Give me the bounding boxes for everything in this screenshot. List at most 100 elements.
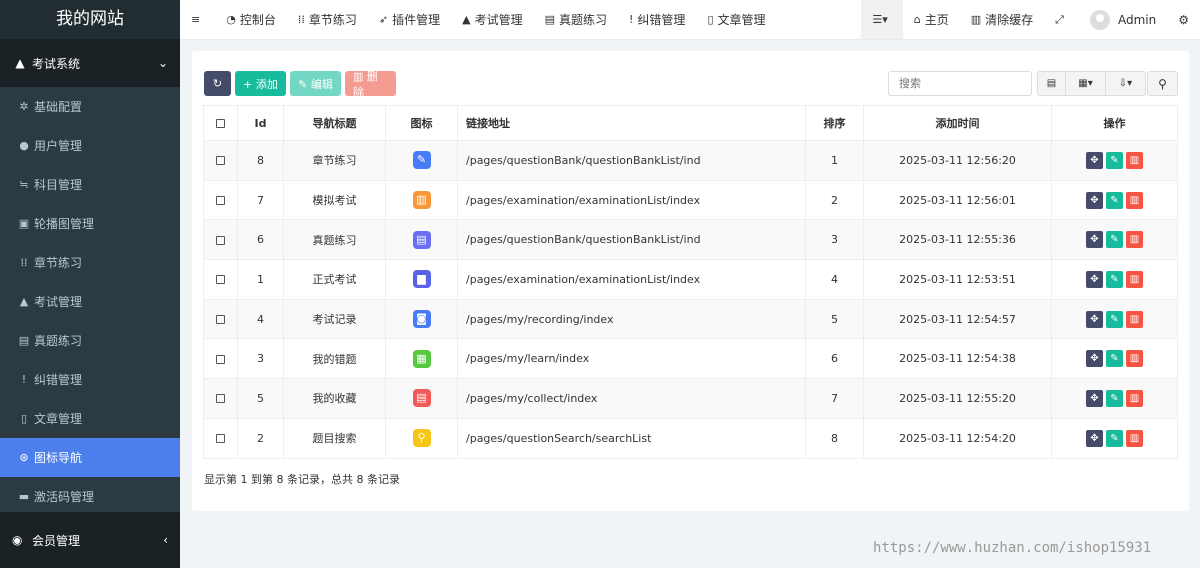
delete-row-icon[interactable]: ▥ — [1126, 270, 1143, 288]
delete-row-icon[interactable]: ▥ — [1126, 151, 1143, 169]
sidebar-item-10[interactable]: ▬ 激活码管理 — [0, 477, 180, 516]
delete-row-icon[interactable]: ▥ — [1126, 389, 1143, 407]
cell-sort: 7 — [805, 378, 864, 419]
cell-icon: ⚲ — [385, 417, 458, 459]
sidebar-section-members[interactable]: ◉ 会员管理 ‹ — [0, 512, 180, 568]
top-nav-item-6[interactable]: ! 纠错管理 — [618, 0, 696, 39]
top-nav-label: 考试管理 — [474, 13, 523, 27]
sidebar-item-7[interactable]: ! 纠错管理 — [0, 360, 180, 399]
cell-icon: ✎ — [385, 140, 458, 181]
edit-row-icon[interactable]: ✎ — [1106, 429, 1123, 447]
row-checkbox[interactable] — [203, 417, 238, 459]
row-checkbox[interactable] — [203, 378, 238, 419]
delete-row-icon[interactable]: ▥ — [1126, 231, 1143, 249]
drag-sort-icon[interactable]: ✥ — [1086, 151, 1103, 169]
export-button[interactable]: ⇩▾ — [1106, 71, 1146, 96]
sidebar-item-9[interactable]: ⊛ 图标导航 — [0, 438, 180, 477]
refresh-button[interactable]: ↻ — [204, 71, 231, 96]
sidebar-item-4[interactable]: ⁞⁞ 章节练习 — [0, 243, 180, 282]
row-checkbox[interactable] — [203, 298, 238, 340]
top-nav-item-1[interactable]: ◔ 控制台 — [215, 0, 287, 39]
grid-icon: ⁞⁞ — [20, 256, 28, 269]
edit-row-icon[interactable]: ✎ — [1106, 350, 1123, 368]
top-nav-item-5[interactable]: ▤ 真题练习 — [534, 0, 618, 39]
top-nav-item-7[interactable]: ▯ 文章管理 — [696, 0, 776, 39]
top-right-item-3[interactable]: ⤢ — [1044, 0, 1079, 39]
drag-sort-icon[interactable]: ✥ — [1086, 310, 1103, 328]
cell-icon: ▤ — [385, 219, 458, 261]
chevron-down-icon: ⌄ — [157, 56, 168, 70]
cell-title: 模拟考试 — [283, 179, 386, 221]
drag-sort-icon[interactable]: ✥ — [1086, 389, 1103, 407]
column-header-sort[interactable]: 排序 — [805, 105, 864, 141]
top-right-item-0[interactable]: ☰▾ — [861, 0, 903, 39]
list-alt-icon: ▤ — [544, 13, 555, 26]
edit-row-icon[interactable]: ✎ — [1106, 310, 1123, 328]
row-checkbox[interactable] — [203, 338, 238, 380]
columns-icon: ▦▾ — [1078, 78, 1093, 89]
bars-icon: ≡ — [191, 13, 201, 26]
edit-row-icon[interactable]: ✎ — [1106, 191, 1123, 209]
edit-row-icon[interactable]: ✎ — [1106, 389, 1123, 407]
top-nav-item-4[interactable]: ▲ 考试管理 — [451, 0, 533, 39]
cell-time: 2025-03-11 12:55:36 — [863, 219, 1052, 261]
delete-row-icon[interactable]: ▥ — [1126, 350, 1143, 368]
top-nav-item-2[interactable]: ⁞⁞ 章节练习 — [287, 0, 368, 39]
search-input[interactable] — [888, 71, 1032, 96]
delete-button[interactable]: ▥ 删除 — [345, 70, 396, 99]
sidebar-item-6[interactable]: ▤ 真题练习 — [0, 321, 180, 360]
top-right-item-2[interactable]: ▥ 清除缓存 — [960, 0, 1044, 39]
top-right-item-1[interactable]: ⌂ 主页 — [903, 0, 960, 39]
delete-row-icon[interactable]: ▥ — [1126, 191, 1143, 209]
cell-sort: 4 — [805, 259, 864, 300]
sidebar-item-0[interactable]: ✲ 基础配置 — [0, 87, 180, 126]
row-checkbox[interactable] — [203, 219, 238, 261]
drag-sort-icon[interactable]: ✥ — [1086, 429, 1103, 447]
search-button[interactable]: ⚲ — [1147, 71, 1178, 96]
column-header-time[interactable]: 添加时间 — [863, 105, 1052, 141]
cell-link: /pages/questionBank/questionBankList/ind — [457, 140, 806, 181]
edit-row-icon[interactable]: ✎ — [1106, 270, 1123, 288]
user-icon: ● — [19, 139, 29, 152]
cell-icon: ▦ — [385, 338, 458, 380]
row-checkbox[interactable] — [203, 140, 238, 181]
cell-time: 2025-03-11 12:54:38 — [863, 338, 1052, 380]
settings-button[interactable]: ⚙ — [1167, 0, 1200, 39]
row-checkbox[interactable] — [203, 179, 238, 221]
toggle-view-button[interactable]: ▤ — [1037, 71, 1066, 96]
sidebar-item-3[interactable]: ▣ 轮播图管理 — [0, 204, 180, 243]
edit-button[interactable]: ✎ 编辑 — [290, 71, 341, 96]
cell-actions: ✥ ✎ ▥ — [1051, 140, 1178, 181]
dashboard-icon: ◔ — [226, 13, 236, 26]
drag-sort-icon[interactable]: ✥ — [1086, 350, 1103, 368]
sidebar-item-5[interactable]: ▲ 考试管理 — [0, 282, 180, 321]
sidebar-item-label: 激活码管理 — [34, 490, 95, 504]
delete-row-icon[interactable]: ▥ — [1126, 429, 1143, 447]
column-header-title[interactable]: 导航标题 — [283, 105, 386, 141]
drag-sort-icon[interactable]: ✥ — [1086, 191, 1103, 209]
cell-time: 2025-03-11 12:54:20 — [863, 417, 1052, 459]
sidebar-section-exam-system[interactable]: ▲ 考试系统 ⌄ — [0, 39, 180, 87]
add-button[interactable]: + 添加 — [235, 71, 286, 96]
top-nav-item-0[interactable]: ≡ — [180, 0, 215, 39]
sidebar-item-1[interactable]: ● 用户管理 — [0, 126, 180, 165]
delete-row-icon[interactable]: ▥ — [1126, 310, 1143, 328]
sidebar: 我的网站 ▲ 考试系统 ⌄ ✲ 基础配置 ● 用户管理 ≒ 科目管理 ▣ 轮播图管理 ⁞⁞ 章节练… — [0, 0, 180, 568]
cell-actions: ✥ ✎ ▥ — [1051, 219, 1178, 261]
edit-row-icon[interactable]: ✎ — [1106, 231, 1123, 249]
sidebar-item-8[interactable]: ▯ 文章管理 — [0, 399, 180, 438]
column-header-id[interactable]: Id — [237, 105, 284, 141]
drag-sort-icon[interactable]: ✥ — [1086, 231, 1103, 249]
sidebar-item-2[interactable]: ≒ 科目管理 — [0, 165, 180, 204]
select-all-checkbox[interactable] — [203, 105, 238, 141]
row-checkbox[interactable] — [203, 259, 238, 300]
drag-sort-icon[interactable]: ✥ — [1086, 270, 1103, 288]
edit-row-icon[interactable]: ✎ — [1106, 151, 1123, 169]
compass-icon: ⊛ — [19, 451, 29, 464]
columns-button[interactable]: ▦▾ — [1066, 71, 1106, 96]
user-menu[interactable]: Admin — [1079, 0, 1167, 39]
sidebar-item-label: 科目管理 — [34, 178, 83, 192]
site-logo[interactable]: 我的网站 — [0, 0, 180, 39]
top-nav-item-3[interactable]: ➶ 插件管理 — [368, 0, 451, 39]
sidebar-item-label: 真题练习 — [34, 334, 83, 348]
